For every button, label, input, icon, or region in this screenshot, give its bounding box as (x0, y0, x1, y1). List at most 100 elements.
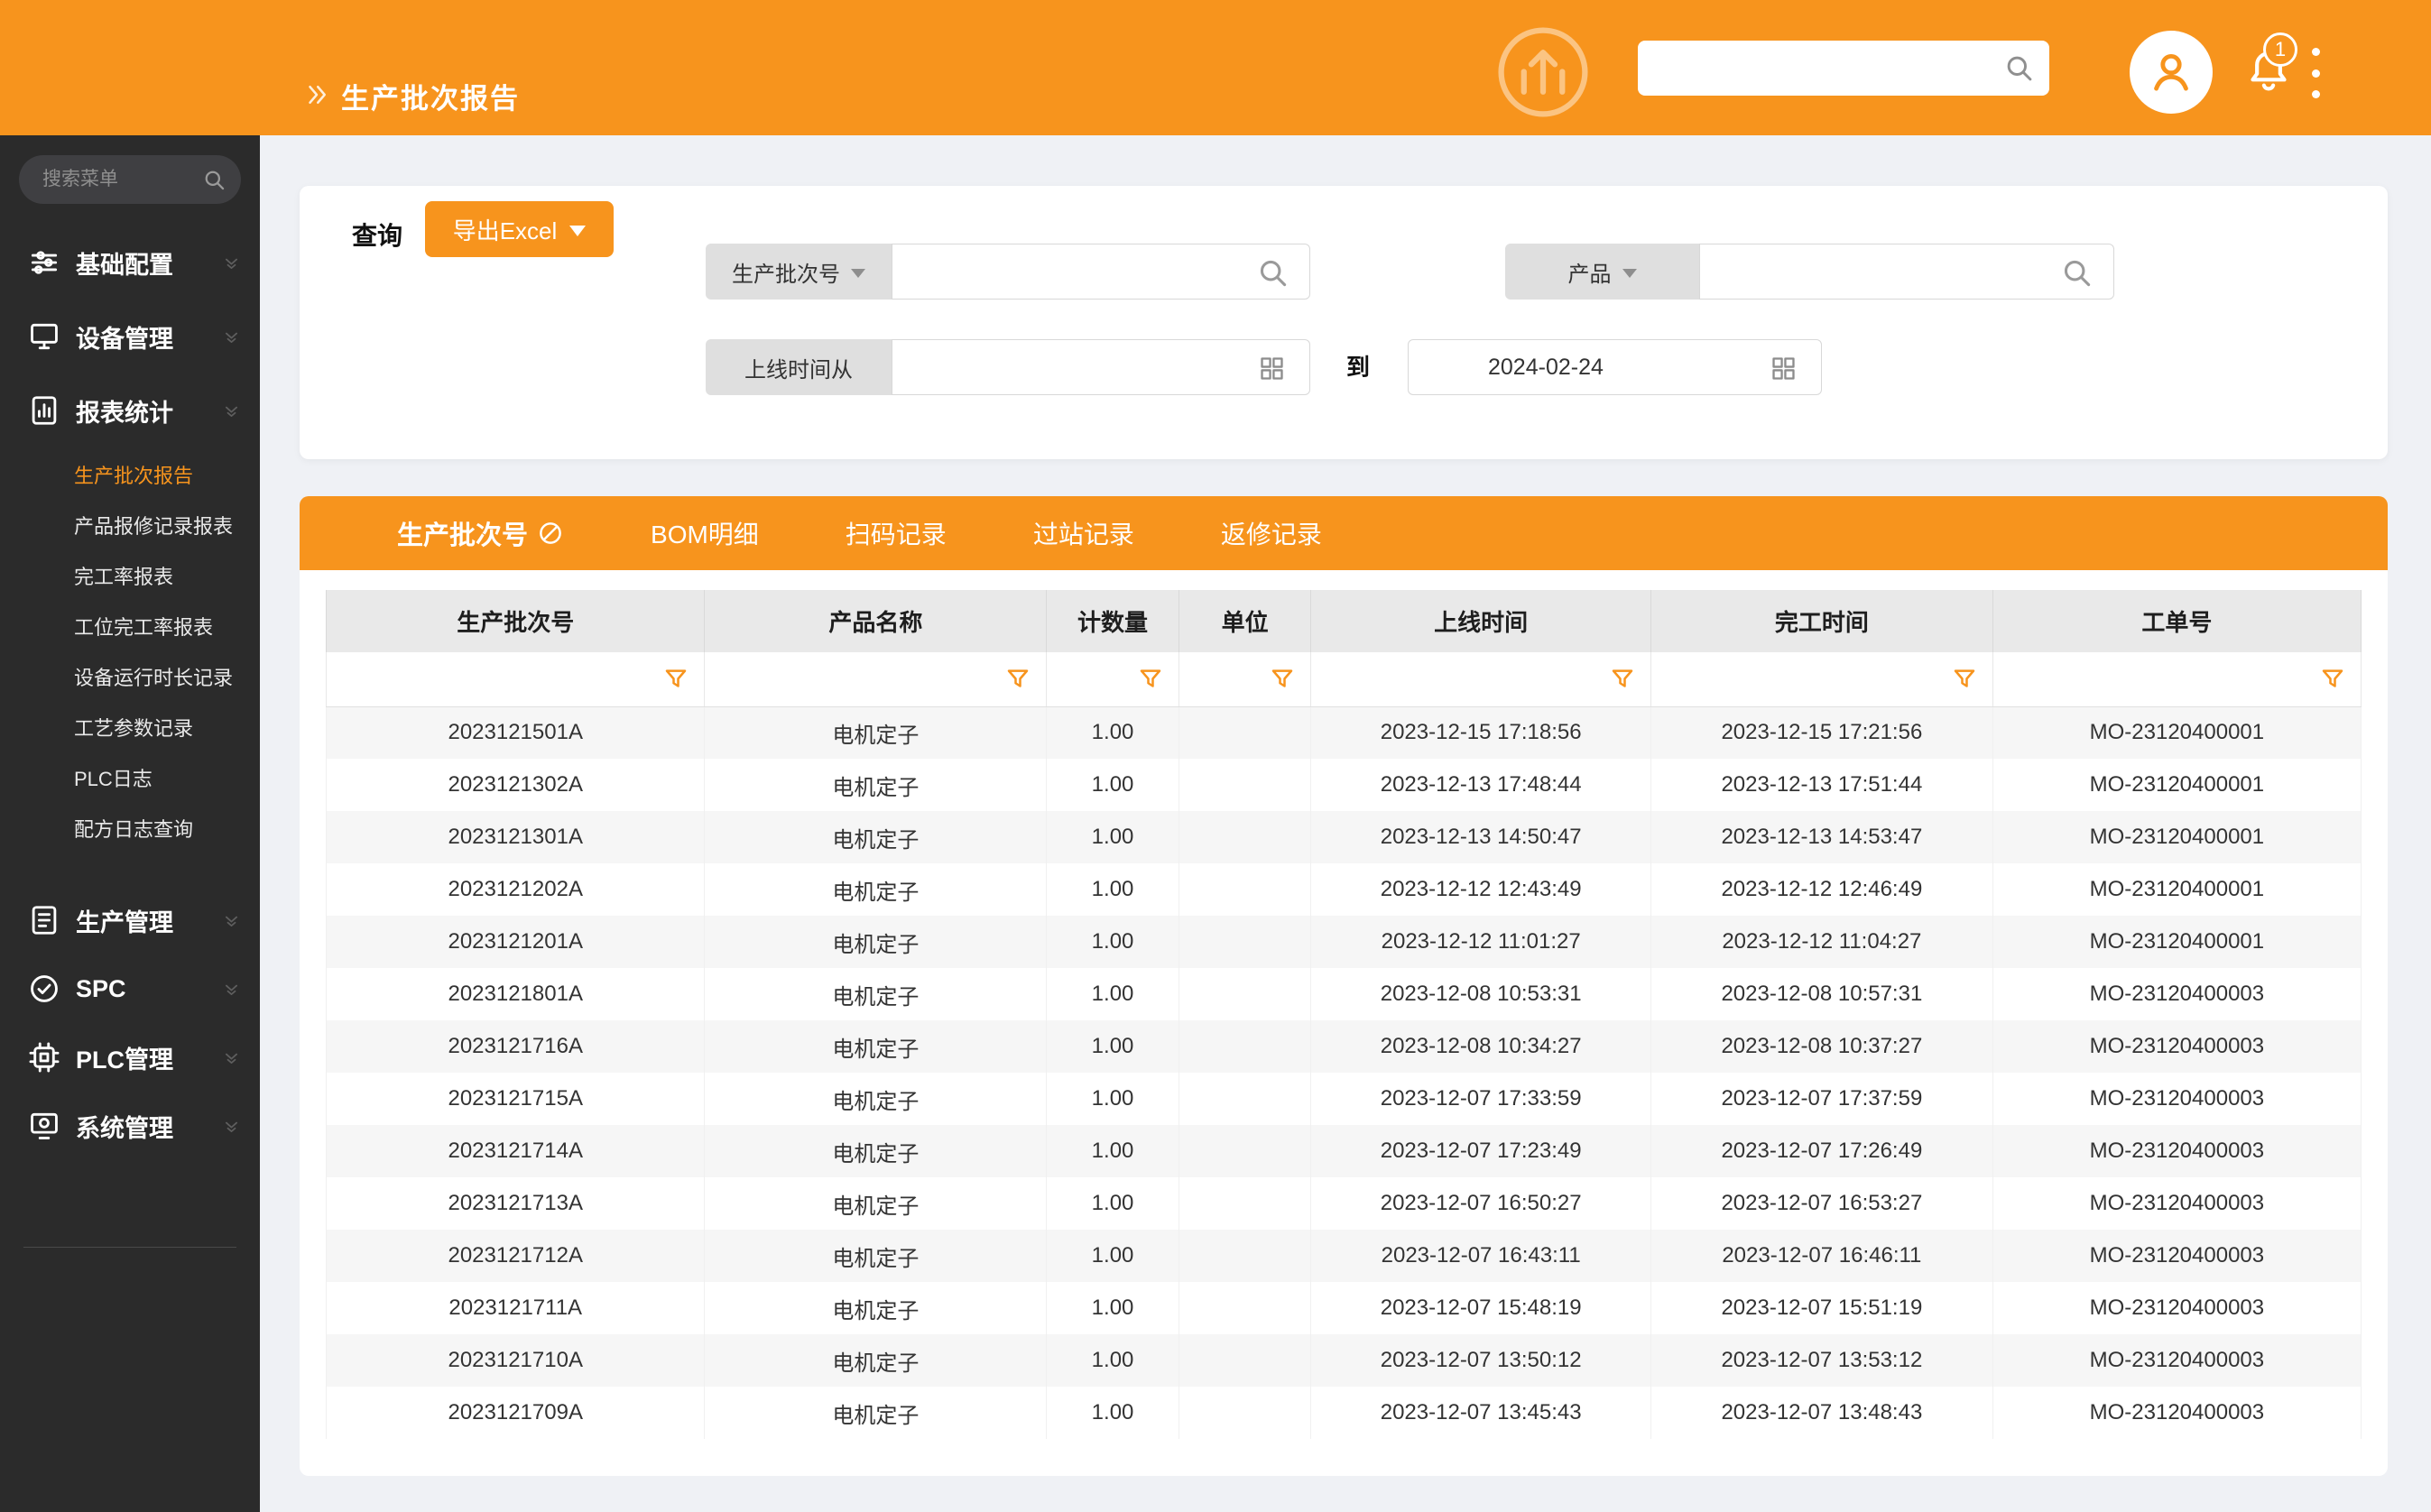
sidebar-item-spc[interactable]: SPC (0, 954, 260, 1023)
sidebar-subitem[interactable]: PLC日志 (0, 754, 260, 805)
tab-0-active[interactable]: 生产批次号 (397, 514, 564, 552)
chevron-down-icon (219, 251, 244, 275)
table-row[interactable]: 2023121201A电机定子1.002023-12-12 11:01:2720… (327, 916, 2362, 968)
column-filter-cell (1311, 652, 1651, 706)
table-row[interactable]: 2023121711A电机定子1.002023-12-07 15:48:1920… (327, 1282, 2362, 1334)
table-row[interactable]: 2023121710A电机定子1.002023-12-07 13:50:1220… (327, 1334, 2362, 1387)
header-search-input[interactable] (1638, 41, 2049, 96)
table-row[interactable]: 2023121715A电机定子1.002023-12-07 17:33:5920… (327, 1073, 2362, 1125)
page-title: 生产批次报告 (341, 76, 520, 116)
tab-4[interactable]: 返修记录 (1221, 515, 1322, 551)
header-search (1638, 41, 2049, 96)
table-row[interactable]: 2023121501A电机定子1.002023-12-15 17:18:5620… (327, 706, 2362, 759)
product-filter-dropdown[interactable]: 产品 (1505, 244, 1699, 300)
sidebar-submenu: 生产批次报告产品报修记录报表完工率报表工位完工率报表设备运行时长记录工艺参数记录… (0, 447, 260, 864)
device-icon (27, 319, 61, 354)
column-header[interactable]: 工单号 (1992, 590, 2361, 652)
chevron-down-icon (219, 399, 244, 423)
sidebar-item-device-mgmt[interactable]: 设备管理 (0, 300, 260, 373)
column-filter-cell (1047, 652, 1179, 706)
table-row[interactable]: 2023121301A电机定子1.002023-12-13 14:50:4720… (327, 811, 2362, 863)
sidebar-subitem[interactable]: 配方日志查询 (0, 805, 260, 855)
search-icon[interactable] (1256, 256, 1289, 290)
chevron-down-icon (1622, 269, 1637, 278)
chevron-down-icon (219, 325, 244, 349)
collapse-sidebar-icon[interactable] (303, 81, 330, 108)
time-to-group (1408, 339, 1822, 395)
table-row[interactable]: 2023121302A电机定子1.002023-12-13 17:48:4420… (327, 759, 2362, 811)
table-row[interactable]: 2023121716A电机定子1.002023-12-08 10:34:2720… (327, 1020, 2362, 1073)
tab-filter-icon (537, 520, 564, 547)
results-table: 生产批次号产品名称计数量单位上线时间完工时间工单号 2023121501A电机定… (326, 590, 2362, 1439)
table-row[interactable]: 2023121714A电机定子1.002023-12-07 17:23:4920… (327, 1125, 2362, 1177)
chevron-down-icon (569, 226, 586, 236)
sidebar: 基础配置设备管理报表统计生产批次报告产品报修记录报表完工率报表工位完工率报表设备… (0, 135, 260, 1512)
export-excel-button[interactable]: 导出Excel (425, 201, 614, 257)
query-label: 查询 (352, 217, 402, 253)
more-menu-icon[interactable] (2312, 48, 2321, 98)
sidebar-subitem[interactable]: 产品报修记录报表 (0, 502, 260, 552)
sidebar-subitem[interactable]: 设备运行时长记录 (0, 653, 260, 704)
column-filter-cell (705, 652, 1047, 706)
time-from-group: 上线时间从 (706, 339, 1310, 395)
chevron-down-icon (851, 269, 865, 278)
filter-funnel-icon[interactable] (1951, 666, 1978, 693)
sidebar-item-production-mgmt[interactable]: 生产管理 (0, 886, 260, 954)
notification-badge: 1 (2263, 32, 2297, 67)
table-row[interactable]: 2023121713A电机定子1.002023-12-07 16:50:2720… (327, 1177, 2362, 1230)
filter-funnel-icon[interactable] (1004, 666, 1031, 693)
column-filter-cell (1992, 652, 2361, 706)
batch-filter-group: 生产批次号 (706, 244, 1310, 300)
tab-3[interactable]: 过站记录 (1033, 515, 1134, 551)
tab-2[interactable]: 扫码记录 (846, 515, 947, 551)
sidebar-subitem[interactable]: 完工率报表 (0, 552, 260, 603)
filter-funnel-icon[interactable] (1269, 666, 1296, 693)
chevron-down-icon (219, 908, 244, 933)
table-filter-row (327, 652, 2362, 706)
product-filter-group: 产品 (1505, 244, 2114, 300)
batch-filter-dropdown[interactable]: 生产批次号 (706, 244, 892, 300)
to-label: 到 (1346, 339, 1370, 395)
time-to-input[interactable] (1409, 340, 1821, 394)
date-picker-icon[interactable] (1770, 355, 1798, 383)
sidebar-item-system-mgmt[interactable]: 系统管理 (0, 1092, 260, 1160)
tab-1[interactable]: BOM明细 (651, 515, 759, 551)
column-header[interactable]: 完工时间 (1650, 590, 1992, 652)
filter-funnel-icon[interactable] (2319, 666, 2346, 693)
time-from-label-button[interactable]: 上线时间从 (706, 339, 892, 395)
product-filter-input[interactable] (1700, 244, 2113, 299)
table-row[interactable]: 2023121801A电机定子1.002023-12-08 10:53:3120… (327, 968, 2362, 1020)
table-body: 2023121501A电机定子1.002023-12-15 17:18:5620… (327, 706, 2362, 1439)
chevron-down-icon (219, 1046, 244, 1070)
production-icon (27, 903, 61, 937)
column-header[interactable]: 生产批次号 (327, 590, 705, 652)
time-from-input[interactable] (892, 340, 1309, 394)
column-header[interactable]: 计数量 (1047, 590, 1179, 652)
search-icon[interactable] (2003, 52, 2035, 84)
search-icon[interactable] (202, 168, 226, 192)
system-icon (27, 1109, 61, 1143)
filter-funnel-icon[interactable] (1609, 666, 1636, 693)
column-header[interactable]: 产品名称 (705, 590, 1047, 652)
logo-icon (1491, 20, 1595, 124)
column-header[interactable]: 单位 (1179, 590, 1311, 652)
batch-filter-input[interactable] (892, 244, 1309, 299)
column-header[interactable]: 上线时间 (1311, 590, 1651, 652)
sidebar-item-basic-config[interactable]: 基础配置 (0, 226, 260, 300)
table-row[interactable]: 2023121202A电机定子1.002023-12-12 12:43:4920… (327, 863, 2362, 916)
sidebar-item-plc-mgmt[interactable]: PLC管理 (0, 1023, 260, 1092)
date-picker-icon[interactable] (1258, 355, 1286, 383)
sidebar-item-report-stats[interactable]: 报表统计 (0, 373, 260, 447)
filter-funnel-icon[interactable] (662, 666, 689, 693)
table-row[interactable]: 2023121712A电机定子1.002023-12-07 16:43:1120… (327, 1230, 2362, 1282)
sidebar-subitem[interactable]: 工艺参数记录 (0, 704, 260, 754)
table-row[interactable]: 2023121709A电机定子1.002023-12-07 13:45:4320… (327, 1387, 2362, 1439)
filter-funnel-icon[interactable] (1137, 666, 1164, 693)
avatar[interactable] (2130, 31, 2213, 114)
search-icon[interactable] (2060, 256, 2094, 290)
sidebar-subitem[interactable]: 工位完工率报表 (0, 603, 260, 653)
sidebar-search (19, 155, 241, 204)
results-panel: 生产批次号产品名称计数量单位上线时间完工时间工单号 2023121501A电机定… (300, 570, 2388, 1476)
sidebar-subitem-active[interactable]: 生产批次报告 (0, 451, 260, 502)
plc-icon (27, 1040, 61, 1074)
